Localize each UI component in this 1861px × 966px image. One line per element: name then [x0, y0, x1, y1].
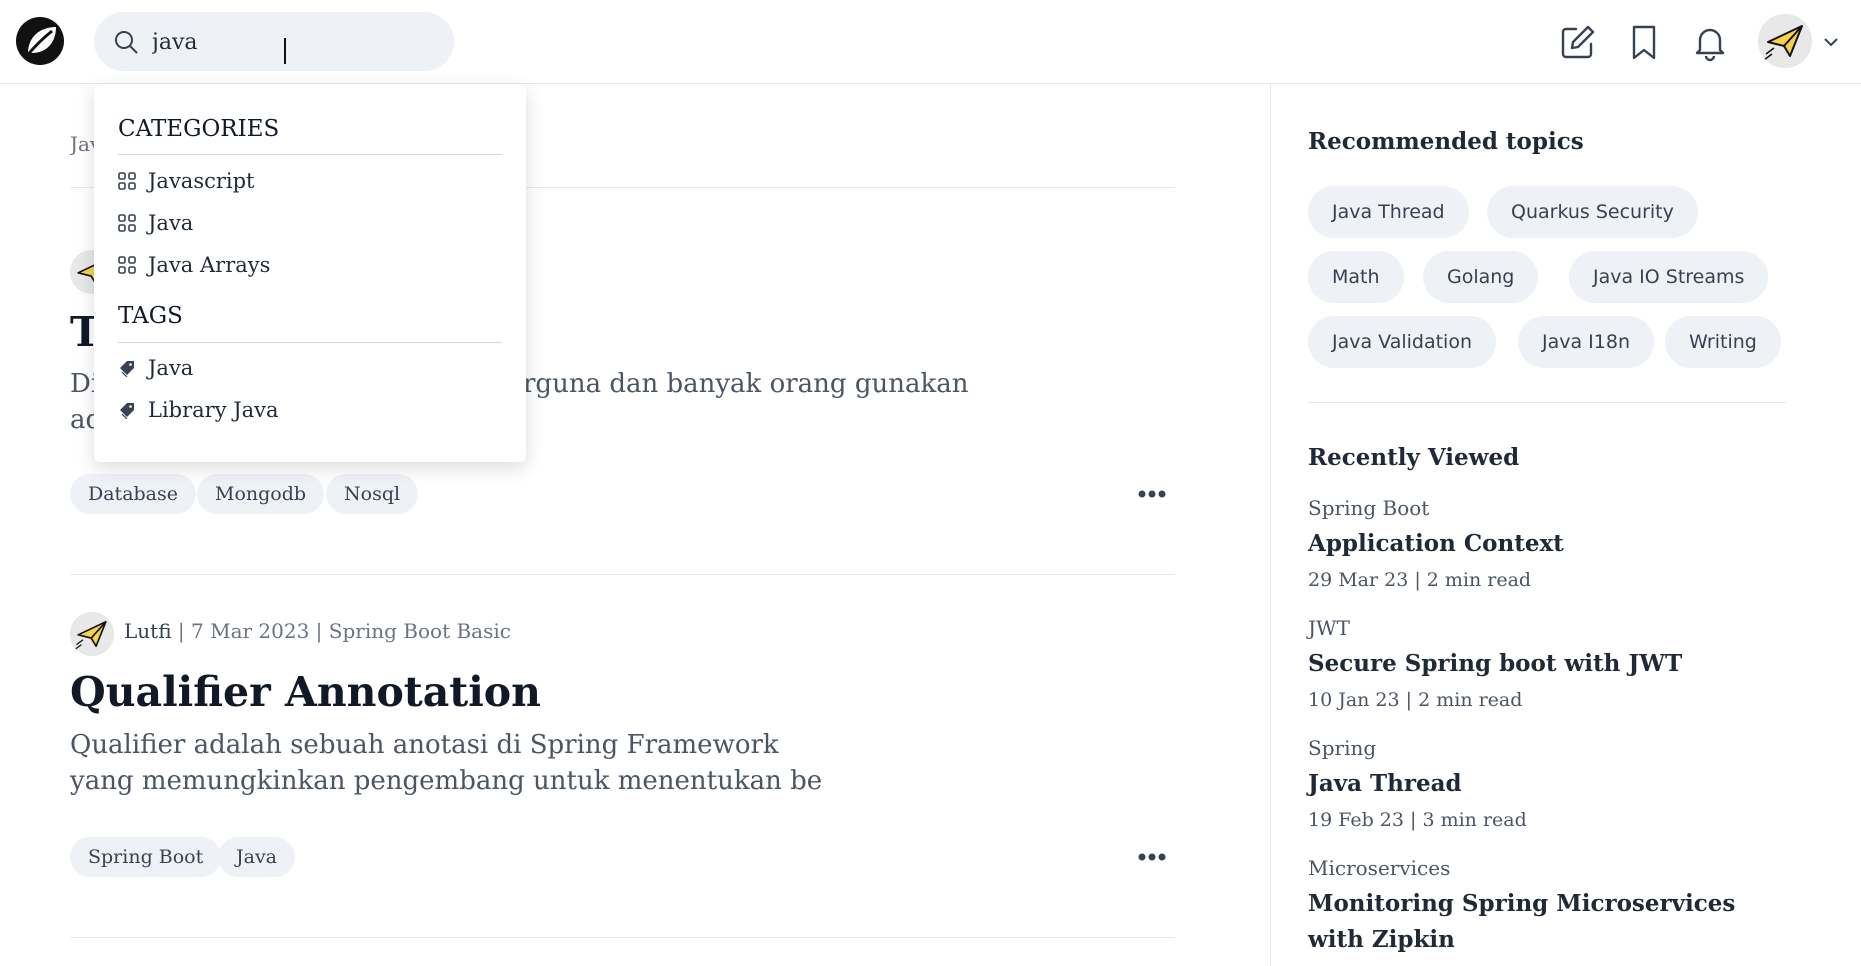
post-tag[interactable]: Spring Boot	[70, 837, 222, 877]
divider	[1308, 402, 1786, 403]
recent-category[interactable]: Microservices	[1308, 856, 1450, 880]
search-input[interactable]	[152, 24, 432, 60]
grid-icon	[118, 256, 136, 274]
recent-title[interactable]: Monitoring Spring Microservices with Zip…	[1308, 886, 1768, 958]
suggestion-tag[interactable]: Java	[118, 351, 193, 385]
topic-chip[interactable]: Java Validation	[1308, 316, 1496, 368]
divider	[118, 342, 502, 343]
recent-title[interactable]: Secure Spring boot with JWT	[1308, 646, 1768, 682]
grid-icon	[118, 214, 136, 232]
post-tag[interactable]: Mongodb	[197, 474, 325, 514]
suggestion-label: Java	[148, 356, 194, 380]
recent-title[interactable]: Java Thread	[1308, 766, 1768, 802]
leaf-logo-icon[interactable]	[14, 15, 66, 67]
meta-separator: |	[315, 619, 323, 643]
post-tag[interactable]: Nosql	[326, 474, 419, 514]
suggestion-label: Java Arrays	[148, 253, 271, 277]
post-meta: Lutfi | 7 Mar 2023 | Spring Boot Basic	[124, 619, 511, 643]
more-options-icon[interactable]	[1132, 847, 1172, 867]
chevron-down-icon[interactable]	[1821, 32, 1841, 52]
post-date: | 7 Mar 2023	[177, 619, 310, 643]
suggestion-category[interactable]: Javascript	[118, 164, 255, 198]
post-title[interactable]: Qualifier Annotation	[70, 668, 541, 716]
suggestion-category[interactable]: Java Arrays	[118, 248, 270, 282]
paper-plane-icon	[1758, 14, 1812, 68]
divider	[70, 937, 1175, 938]
grid-icon	[118, 172, 136, 190]
author-name[interactable]: Lutfi	[124, 619, 172, 643]
divider	[118, 154, 502, 155]
topic-chip[interactable]: Java Thread	[1308, 186, 1469, 238]
recent-meta: 10 Jan 23 | 2 min read	[1308, 689, 1523, 711]
suggestion-category[interactable]: Java	[118, 206, 193, 240]
recent-meta: 19 Feb 23 | 3 min read	[1308, 809, 1527, 831]
bell-icon[interactable]	[1690, 22, 1730, 62]
write-icon[interactable]	[1558, 22, 1598, 62]
topic-chip[interactable]: Java I18n	[1518, 316, 1654, 368]
more-options-icon[interactable]	[1132, 484, 1172, 504]
tag-icon	[120, 403, 134, 419]
topic-chip[interactable]: Golang	[1423, 251, 1539, 303]
recently-viewed-title: Recently Viewed	[1308, 444, 1520, 471]
top-bar	[0, 0, 1861, 84]
topic-chip[interactable]: Math	[1308, 251, 1404, 303]
recent-title[interactable]: Application Context	[1308, 526, 1768, 562]
post-tag[interactable]: Java	[218, 837, 296, 877]
search-suggestions-dropdown: CATEGORIES Javascript Java Java Arrays T…	[94, 84, 526, 462]
bookmark-icon[interactable]	[1624, 22, 1664, 62]
sidebar: Recommended topics Java Thread Quarkus S…	[1270, 84, 1861, 966]
topic-chip[interactable]: Writing	[1665, 316, 1781, 368]
suggestion-label: Java	[148, 211, 194, 235]
recent-category[interactable]: JWT	[1308, 616, 1350, 640]
tags-heading: TAGS	[118, 303, 183, 329]
recommended-topics-title: Recommended topics	[1308, 128, 1584, 155]
topic-chip[interactable]: Quarkus Security	[1487, 186, 1698, 238]
topic-chip[interactable]: Java IO Streams	[1569, 251, 1769, 303]
search-bar	[94, 12, 454, 71]
text-caret	[284, 38, 286, 64]
suggestion-label: Library Java	[148, 398, 279, 422]
post-excerpt-tail: rguna dan banyak orang gunakan	[523, 369, 969, 399]
suggestion-label: Javascript	[148, 169, 255, 193]
post-excerpt: Qualifier adalah sebuah anotasi di Sprin…	[70, 730, 823, 796]
tag-icon	[120, 361, 134, 377]
recent-meta: 29 Mar 23 | 2 min read	[1308, 569, 1532, 591]
avatar[interactable]	[1758, 14, 1812, 68]
divider	[70, 574, 1175, 575]
paper-plane-icon	[70, 612, 114, 656]
suggestion-tag[interactable]: Library Java	[118, 393, 279, 427]
recent-category[interactable]: Spring	[1308, 736, 1376, 760]
categories-heading: CATEGORIES	[118, 116, 280, 142]
recent-category[interactable]: Spring Boot	[1308, 496, 1429, 520]
post-category[interactable]: Spring Boot Basic	[329, 619, 511, 643]
author-avatar[interactable]	[70, 612, 114, 656]
search-icon	[115, 31, 138, 54]
post-tag[interactable]: Database	[70, 474, 197, 514]
